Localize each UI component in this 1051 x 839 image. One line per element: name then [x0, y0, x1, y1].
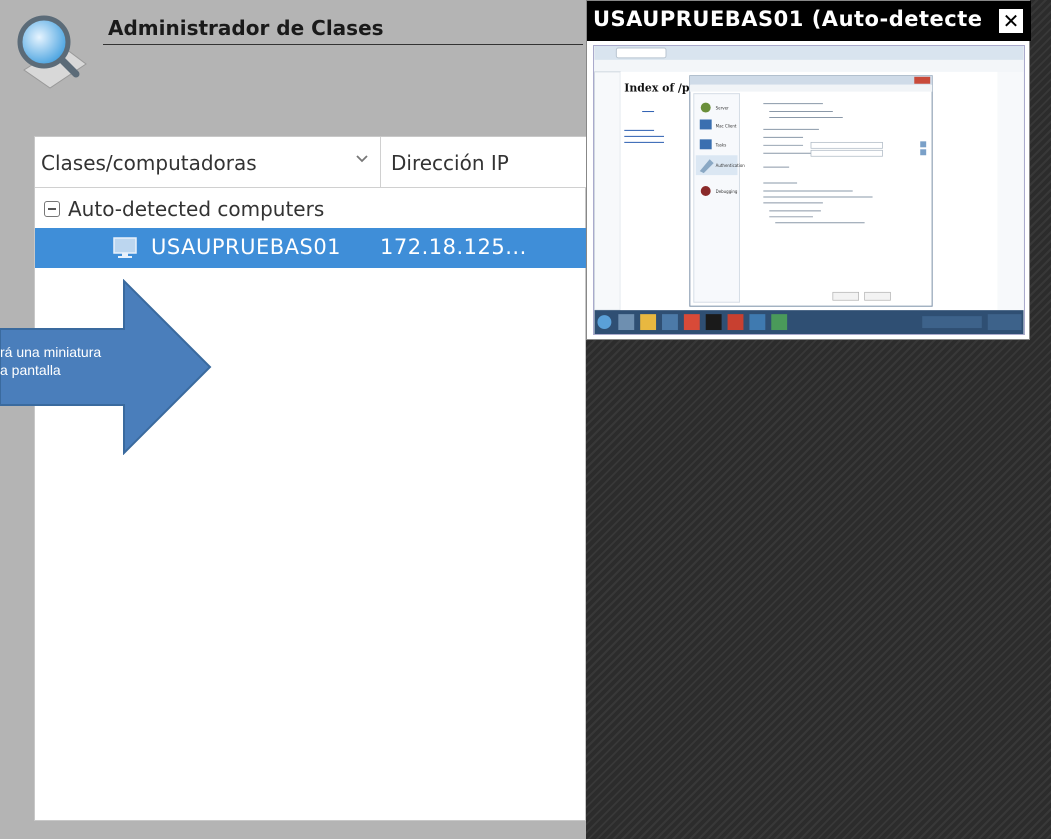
thumbnail-title: USAUPRUEBAS01 (Auto-detecte — [593, 7, 983, 31]
class-manager-panel: Administrador de Clases Clases/computado… — [0, 0, 586, 839]
thumb-menu-tasks: Tasks — [715, 142, 727, 147]
thumb-menu-server: Server — [716, 106, 729, 111]
group-label: Auto-detected computers — [68, 197, 325, 221]
tree-group-auto-detected[interactable]: Auto-detected computers — [35, 193, 586, 227]
magnifier-icon — [17, 15, 87, 89]
callout-line-2: a pantalla — [0, 362, 61, 378]
screen-thumbnail-card[interactable]: USAUPRUEBAS01 (Auto-detecte ✕ Index of /… — [586, 0, 1031, 340]
preview-area: USAUPRUEBAS01 (Auto-detecte ✕ Index of /… — [586, 0, 1051, 839]
column-header-classes[interactable]: Clases/computadoras — [41, 151, 257, 175]
computer-name: USAUPRUEBAS01 — [151, 235, 342, 259]
chevron-down-icon[interactable] — [355, 149, 369, 169]
column-divider[interactable] — [380, 137, 381, 188]
thumbnail-title-bar: USAUPRUEBAS01 (Auto-detecte ✕ — [587, 1, 1031, 41]
column-header-ip[interactable]: Dirección IP — [391, 151, 509, 175]
thumb-menu-auth: Authentication — [716, 163, 746, 168]
thumb-menu-debug: Debugging — [716, 189, 738, 194]
callout-line-1: rá una miniatura — [0, 344, 102, 360]
close-icon[interactable]: ✕ — [999, 9, 1023, 33]
tree-header: Clases/computadoras Dirección IP — [35, 137, 586, 188]
app-title: Administrador de Clases — [108, 16, 384, 40]
callout-text: rá una miniatura a pantalla — [0, 343, 170, 379]
computer-ip: 172.18.125... — [380, 235, 527, 259]
computer-row[interactable]: USAUPRUEBAS01 172.18.125... — [35, 228, 586, 268]
thumb-menu-mac: Mac Client — [716, 123, 737, 128]
class-tree[interactable]: Clases/computadoras Dirección IP Auto-de… — [34, 136, 586, 821]
monitor-icon — [113, 237, 137, 258]
title-divider — [103, 44, 583, 45]
collapse-icon[interactable] — [44, 201, 60, 217]
remote-screen-thumbnail[interactable]: Index of /publ Server Mac Client Tasks A… — [593, 45, 1025, 335]
